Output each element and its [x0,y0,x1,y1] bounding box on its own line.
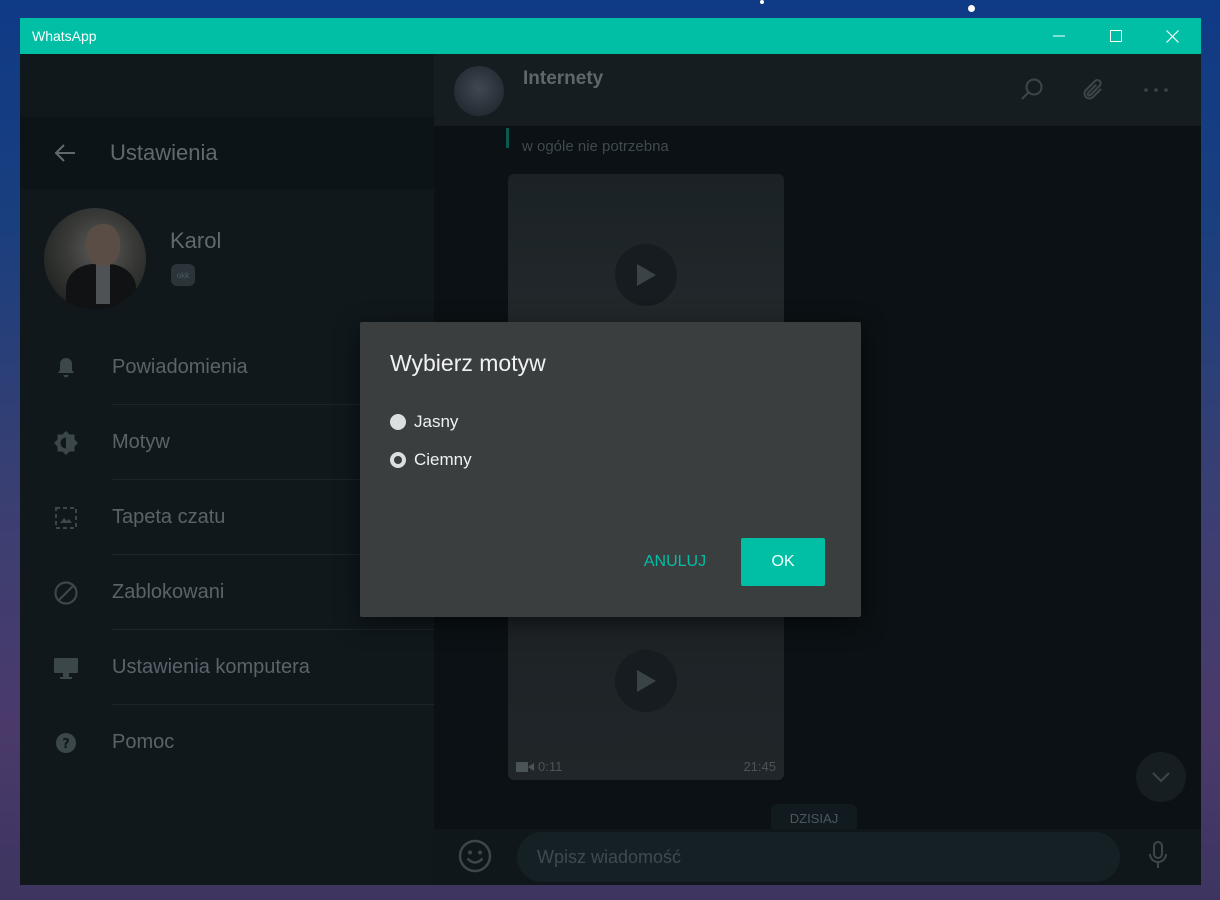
theme-option-light[interactable]: Jasny [390,412,458,432]
minimize-button[interactable] [1030,18,1087,54]
maximize-button[interactable] [1087,18,1144,54]
radio-label: Ciemny [414,450,472,469]
bell-icon [20,357,112,379]
desktop-icon [20,656,112,680]
radio-unchecked[interactable] [390,414,406,430]
back-button[interactable] [20,117,110,189]
attach-icon[interactable] [1078,74,1110,106]
desktop-star [968,5,975,12]
settings-item-help[interactable]: ? Pomoc [20,705,434,780]
maximize-icon [1109,30,1122,42]
arrow-left-icon [54,144,75,162]
settings-item-desktop[interactable]: Ustawienia komputera [20,630,434,705]
window-title: WhatsApp [32,28,97,44]
theme-option-dark[interactable]: Ciemny [390,450,472,470]
quote-bar [506,128,509,148]
video-duration-text: 0:11 [538,759,563,774]
help-icon: ? [20,732,112,754]
theme-dialog: Wybierz motyw Jasny Ciemny ANULUJ OK [360,322,861,617]
message-time: 21:45 [743,759,776,774]
desktop-star [760,0,764,4]
svg-text:?: ? [62,737,70,752]
close-icon [1166,29,1179,43]
settings-item-label: Powiadomienia [112,356,248,378]
wallpaper-icon [20,506,112,530]
theme-icon [20,430,112,456]
composer [434,829,1201,885]
settings-item-label: Tapeta czatu [112,506,226,528]
settings-item-label: Motyw [112,431,170,453]
radio-checked[interactable] [390,452,406,468]
settings-item-label: Ustawienia komputera [112,656,310,678]
settings-item-label: Zablokowani [112,581,225,603]
profile-section[interactable]: Karol okk [20,202,434,322]
status-badge: okk [171,264,195,286]
search-icon[interactable] [1016,74,1048,106]
more-options-icon[interactable] [1140,74,1172,106]
chat-header[interactable]: Internety [434,54,1201,126]
settings-title: Ustawienia [110,140,218,165]
play-icon[interactable] [615,650,677,712]
profile-name: Karol [170,228,222,253]
emoji-icon[interactable] [458,839,492,878]
dialog-title: Wybierz motyw [390,350,546,376]
blocked-icon [20,580,112,606]
ok-button[interactable]: OK [741,538,825,586]
title-bar: WhatsApp [20,18,1201,54]
scroll-down-button[interactable] [1136,752,1186,802]
message-text: w ogóle nie potrzebna [522,138,669,155]
chat-avatar[interactable] [454,66,504,116]
video-camera-icon [516,761,534,772]
microphone-icon[interactable] [1148,841,1168,876]
avatar[interactable] [44,208,146,310]
settings-header: Ustawienia [20,117,434,189]
play-icon[interactable] [615,244,677,306]
close-button[interactable] [1144,18,1201,54]
radio-label: Jasny [414,412,459,431]
settings-item-label: Pomoc [112,731,175,753]
message-input[interactable] [517,832,1120,882]
day-label: DZISIAJ [771,804,857,832]
cancel-button[interactable]: ANULUJ [630,538,720,586]
chat-name: Internety [523,68,604,89]
video-duration: 0:11 [516,759,562,774]
chevron-down-icon [1152,772,1170,782]
minimize-icon [1052,35,1065,37]
